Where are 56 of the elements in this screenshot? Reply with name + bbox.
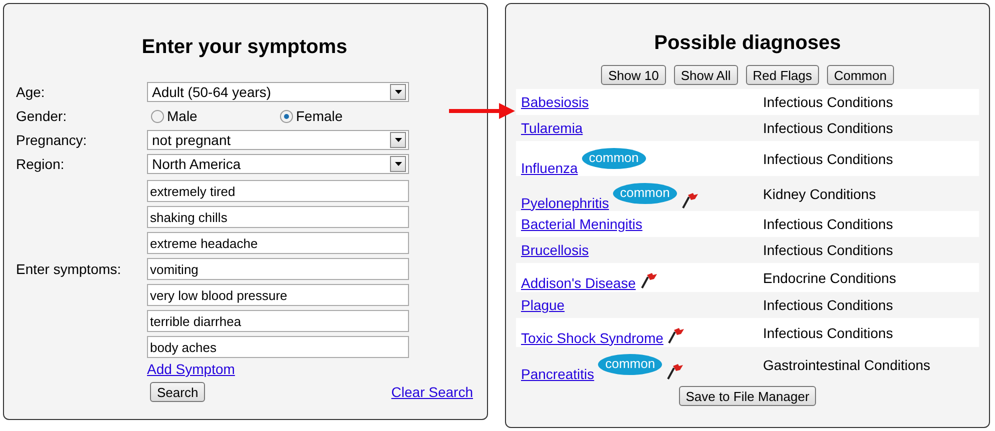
field-label: Age: xyxy=(16,84,46,100)
filter-button[interactable]: Common xyxy=(826,65,894,85)
diagnosis-link[interactable]: Toxic Shock Syndrome xyxy=(521,330,664,346)
field-label: Gender: xyxy=(16,108,68,124)
radio-button[interactable] xyxy=(151,110,164,122)
category-text: Endocrine Conditions xyxy=(763,270,896,286)
field-label: Pregnancy: xyxy=(16,132,88,148)
caret-icon xyxy=(394,138,402,142)
radio-button[interactable] xyxy=(280,110,293,122)
category-text: Kidney Conditions xyxy=(763,186,876,202)
dropdown[interactable]: Adult (50-64 years) xyxy=(147,82,409,102)
filter-button[interactable]: Show All xyxy=(674,65,738,85)
symptom-field[interactable]: extreme headache xyxy=(147,232,409,254)
search-button[interactable]: Search xyxy=(150,382,206,402)
diagnosis-link[interactable]: Pyelonephritis xyxy=(521,194,609,210)
add-symptom-link[interactable]: Add Symptom xyxy=(147,361,235,377)
pointer-arrow xyxy=(449,103,515,119)
diagnosis-link[interactable]: Pancreatitis xyxy=(521,366,594,382)
save-button[interactable]: Save to File Manager xyxy=(678,386,816,406)
category-text: Infectious Conditions xyxy=(763,216,893,232)
symptom-field[interactable]: terrible diarrhea xyxy=(147,310,409,332)
radio-label: Male xyxy=(167,108,198,124)
symptom-field[interactable]: body aches xyxy=(147,336,409,358)
category-text: Infectious Conditions xyxy=(763,120,893,136)
field-label: Region: xyxy=(16,156,66,172)
diagnosis-link[interactable]: Addison's Disease xyxy=(521,274,636,290)
symptom-field[interactable]: very low blood pressure xyxy=(147,284,409,306)
category-text: Infectious Conditions xyxy=(763,242,893,258)
diagnosis-link[interactable]: Tularemia xyxy=(521,120,583,136)
caret-icon xyxy=(394,90,402,94)
category-text: Infectious Conditions xyxy=(763,297,893,313)
diagnosis-link[interactable]: Babesiosis xyxy=(521,94,589,110)
common-badge: common xyxy=(598,354,662,374)
symptom-field[interactable]: shaking chills xyxy=(147,206,409,228)
filter-button[interactable]: Show 10 xyxy=(601,65,666,85)
panel-title: Enter your symptoms xyxy=(140,35,348,60)
radio-label: Female xyxy=(296,108,343,124)
caret-icon xyxy=(394,162,402,166)
category-text: Infectious Conditions xyxy=(763,324,893,340)
common-badge: common xyxy=(582,148,646,168)
diagnosis-link[interactable]: Brucellosis xyxy=(521,242,589,258)
category-text: Infectious Conditions xyxy=(763,94,893,110)
filter-button[interactable]: Red Flags xyxy=(746,65,819,85)
clear-search-link[interactable]: Clear Search xyxy=(391,384,473,400)
field-label: Enter symptoms: xyxy=(16,261,122,277)
symptom-field[interactable]: vomiting xyxy=(147,258,409,280)
common-badge: common xyxy=(612,182,677,204)
diagnosis-link[interactable]: Plague xyxy=(521,297,565,313)
diagnosis-link[interactable]: Bacterial Meningitis xyxy=(521,216,642,232)
panel-title: Possible diagnoses xyxy=(653,31,842,56)
category-text: Infectious Conditions xyxy=(763,150,893,166)
dropdown[interactable]: North America xyxy=(147,154,409,174)
symptom-field[interactable]: extremely tired xyxy=(147,180,409,202)
category-text: Gastrointestinal Conditions xyxy=(763,356,930,372)
dropdown[interactable]: not pregnant xyxy=(147,130,409,150)
diagnosis-link[interactable]: Influenza xyxy=(521,160,578,176)
